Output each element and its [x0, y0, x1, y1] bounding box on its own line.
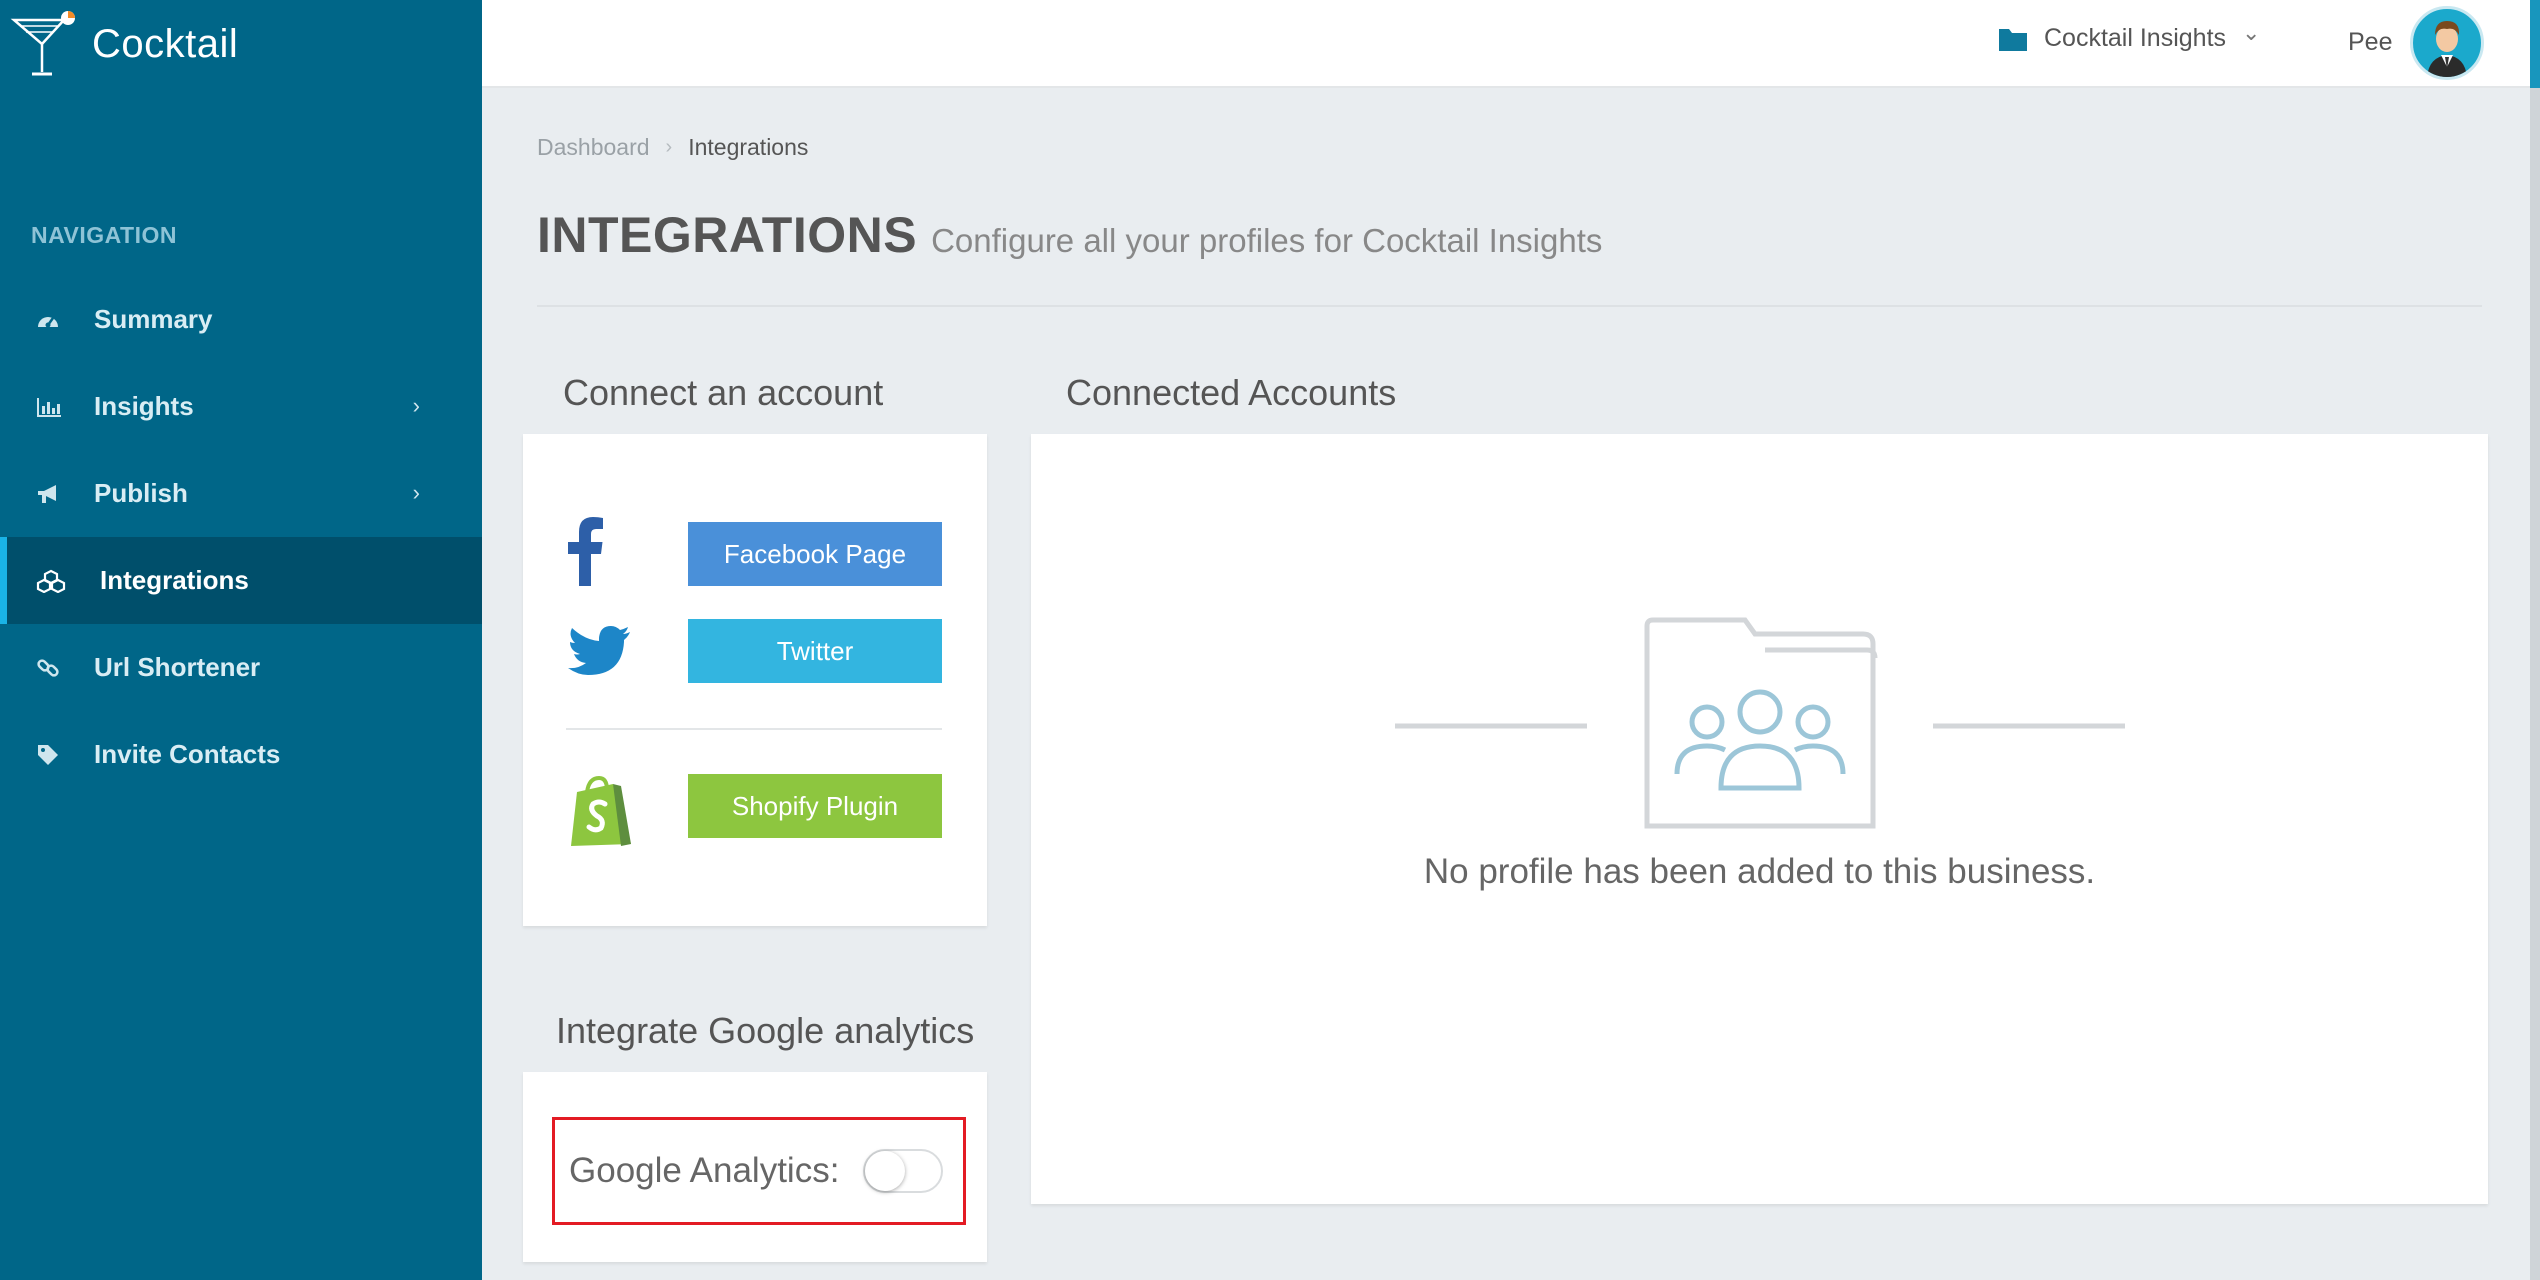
sidebar-item-invite-contacts[interactable]: Invite Contacts: [0, 711, 482, 798]
google-analytics-highlight: Google Analytics:: [552, 1117, 966, 1225]
toggle-knob: [865, 1151, 906, 1191]
sidebar-item-summary[interactable]: Summary: [0, 276, 482, 363]
header-divider: [537, 305, 2482, 307]
sidebar-item-label: Summary: [94, 304, 213, 334]
connected-accounts-card: No profile has been added to this busine…: [1031, 434, 2488, 1204]
google-analytics-toggle[interactable]: [863, 1149, 944, 1193]
topbar: Cocktail Insights ⌄ Pee: [482, 0, 2540, 88]
cocktail-logo-icon: [10, 11, 75, 76]
twitter-icon: [568, 626, 630, 675]
breadcrumb-separator: ›: [665, 136, 673, 158]
cubes-icon: [36, 569, 80, 593]
shopify-plugin-button[interactable]: Shopify Plugin: [688, 774, 942, 838]
sidebar-item-publish[interactable]: Publish ›: [0, 450, 482, 537]
sidebar-item-label: Integrations: [100, 565, 249, 595]
folder-icon: [1999, 28, 2027, 51]
sidebar: Cocktail NAVIGATION Summary Insights › P…: [0, 0, 482, 1280]
google-analytics-title: Integrate Google analytics: [556, 1010, 975, 1051]
sidebar-item-insights[interactable]: Insights ›: [0, 363, 482, 450]
empty-folder-users-icon: [1395, 617, 2125, 829]
user-name[interactable]: Pee: [2348, 28, 2392, 57]
breadcrumb-current: Integrations: [688, 134, 809, 160]
business-selector[interactable]: Cocktail Insights ⌄: [1998, 20, 2260, 53]
sidebar-item-integrations[interactable]: Integrations: [0, 537, 482, 624]
twitter-button[interactable]: Twitter: [688, 619, 942, 683]
megaphone-icon: [36, 483, 80, 505]
avatar[interactable]: [2410, 6, 2484, 80]
connected-accounts-title: Connected Accounts: [1066, 372, 1397, 413]
shopify-icon: [571, 775, 631, 846]
connect-divider: [566, 728, 942, 730]
sidebar-item-label: Url Shortener: [94, 652, 261, 682]
scrollbar[interactable]: [2530, 0, 2540, 1280]
brand[interactable]: Cocktail: [0, 0, 482, 88]
user-avatar-icon: [2427, 21, 2467, 77]
chevron-right-icon: ›: [412, 393, 420, 418]
page-subtitle: Configure all your profiles for Cocktail…: [931, 222, 1603, 259]
brand-name: Cocktail: [92, 21, 239, 66]
connect-account-title: Connect an account: [563, 372, 884, 413]
facebook-icon: [568, 517, 603, 586]
connect-account-card: Facebook Page Twitter Shopify Plugin: [523, 434, 987, 926]
sidebar-item-label: Invite Contacts: [94, 739, 281, 769]
link-icon: [36, 656, 80, 680]
breadcrumb: Dashboard › Integrations: [537, 134, 808, 161]
sidebar-nav: Summary Insights › Publish › Integration…: [0, 276, 482, 798]
sidebar-item-label: Insights: [94, 391, 194, 421]
tag-icon: [36, 743, 80, 767]
chevron-right-icon: ›: [412, 480, 420, 505]
page-title: INTEGRATIONS: [537, 207, 918, 263]
breadcrumb-dashboard-link[interactable]: Dashboard: [537, 134, 650, 161]
chevron-down-icon: ⌄: [2242, 19, 2261, 45]
bar-chart-icon: [36, 396, 80, 418]
sidebar-item-label: Publish: [94, 478, 188, 508]
page-header: INTEGRATIONS Configure all your profiles…: [537, 206, 1602, 264]
business-name: Cocktail Insights: [2044, 24, 2227, 52]
dashboard-icon: [36, 310, 80, 330]
nav-heading: NAVIGATION: [31, 222, 177, 248]
empty-state-text: No profile has been added to this busine…: [1423, 852, 2096, 891]
google-analytics-card: Google Analytics:: [523, 1072, 987, 1262]
sidebar-item-url-shortener[interactable]: Url Shortener: [0, 624, 482, 711]
google-analytics-label: Google Analytics:: [569, 1151, 840, 1190]
facebook-page-button[interactable]: Facebook Page: [688, 522, 942, 586]
